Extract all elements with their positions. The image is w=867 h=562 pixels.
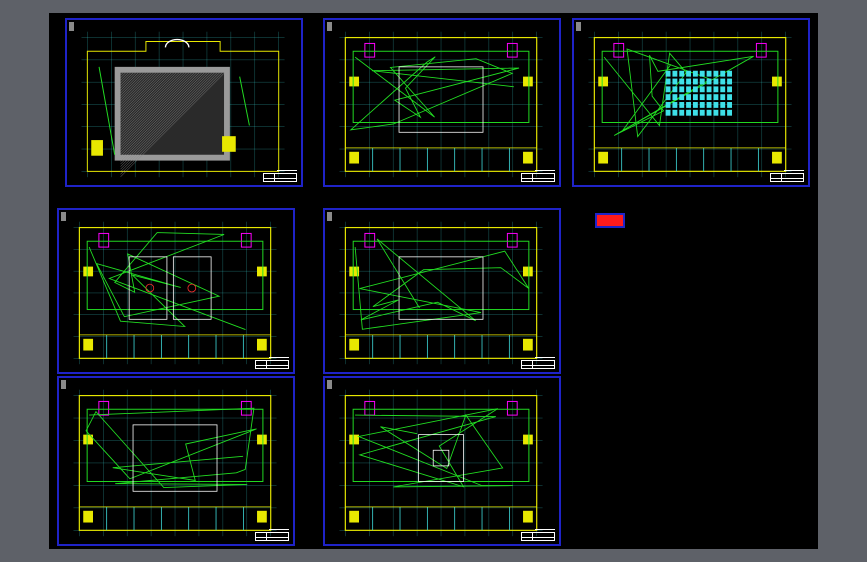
sheet-caption-line — [535, 529, 555, 530]
title-block — [521, 360, 555, 369]
sheet-caption-line — [535, 357, 555, 358]
plan-ground-drawing — [339, 389, 543, 537]
title-block — [770, 173, 804, 182]
plan-auditorium-drawing — [588, 31, 792, 178]
legend-swatch — [595, 213, 625, 228]
sheet-caption-line — [535, 170, 555, 171]
sheet-7[interactable] — [323, 376, 561, 546]
plan-basketball-drawing — [73, 221, 277, 365]
sheet-5[interactable] — [323, 208, 561, 374]
sheet-caption-line — [277, 170, 297, 171]
sheet-caption-line — [784, 170, 804, 171]
roof-dome-drawing — [81, 31, 285, 178]
title-block — [521, 532, 555, 541]
sheet-4[interactable] — [57, 208, 295, 374]
sheet-caption-line — [269, 529, 289, 530]
sheet-6[interactable] — [57, 376, 295, 546]
legend-color — [597, 215, 623, 226]
plan-open-drawing — [339, 221, 543, 365]
title-block — [263, 173, 297, 182]
plan-hall-drawing — [339, 31, 543, 178]
sheet-3[interactable] — [572, 18, 810, 187]
sheet-2[interactable] — [323, 18, 561, 187]
sheet-1[interactable] — [65, 18, 303, 187]
title-block — [255, 532, 289, 541]
title-block — [521, 173, 555, 182]
sheet-caption-line — [269, 357, 289, 358]
plan-hall-lower-drawing — [73, 389, 277, 537]
title-block — [255, 360, 289, 369]
